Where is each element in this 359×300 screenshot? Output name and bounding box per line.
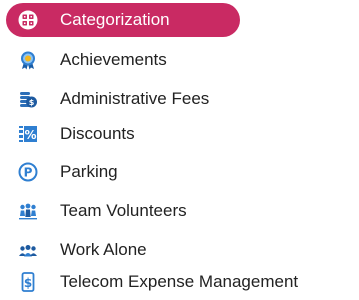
menu-item-telecom-expense-management[interactable]: $ Telecom Expense Management xyxy=(0,264,359,300)
svg-text:$: $ xyxy=(24,276,32,290)
menu-item-parking[interactable]: P Parking xyxy=(0,154,359,190)
menu-item-label: Administrative Fees xyxy=(60,89,210,108)
menu-item-label: Team Volunteers xyxy=(60,201,187,220)
parking-icon: P xyxy=(18,162,38,182)
svg-text:$: $ xyxy=(29,98,35,107)
menu-item-label: Achievements xyxy=(60,50,167,69)
menu-item-label: Telecom Expense Management xyxy=(60,272,299,291)
coins-fees-icon: $ xyxy=(18,89,38,109)
menu-item-label: Categorization xyxy=(60,10,170,29)
award-badge-icon xyxy=(18,50,38,70)
menu-item-categorization[interactable]: Categorization xyxy=(0,2,359,38)
menu-item-discounts[interactable]: % Discounts xyxy=(0,116,359,152)
work-alone-people-icon xyxy=(18,240,38,260)
menu-item-administrative-fees[interactable]: $ Administrative Fees xyxy=(0,81,359,117)
settings-menu: Categorization Achievements $ Administra… xyxy=(0,0,359,299)
menu-item-label: Discounts xyxy=(60,124,135,143)
menu-item-achievements[interactable]: Achievements xyxy=(0,42,359,78)
categorization-grid-icon xyxy=(18,10,38,30)
telecom-expense-icon: $ xyxy=(18,272,38,292)
svg-text:P: P xyxy=(24,165,33,179)
percent-tag-icon: % xyxy=(18,124,38,144)
menu-item-team-volunteers[interactable]: Team Volunteers xyxy=(0,193,359,229)
menu-item-work-alone[interactable]: Work Alone xyxy=(0,232,359,268)
menu-item-label: Work Alone xyxy=(60,240,147,259)
team-volunteers-icon xyxy=(18,201,38,221)
svg-text:%: % xyxy=(24,128,36,142)
menu-item-label: Parking xyxy=(60,162,118,181)
